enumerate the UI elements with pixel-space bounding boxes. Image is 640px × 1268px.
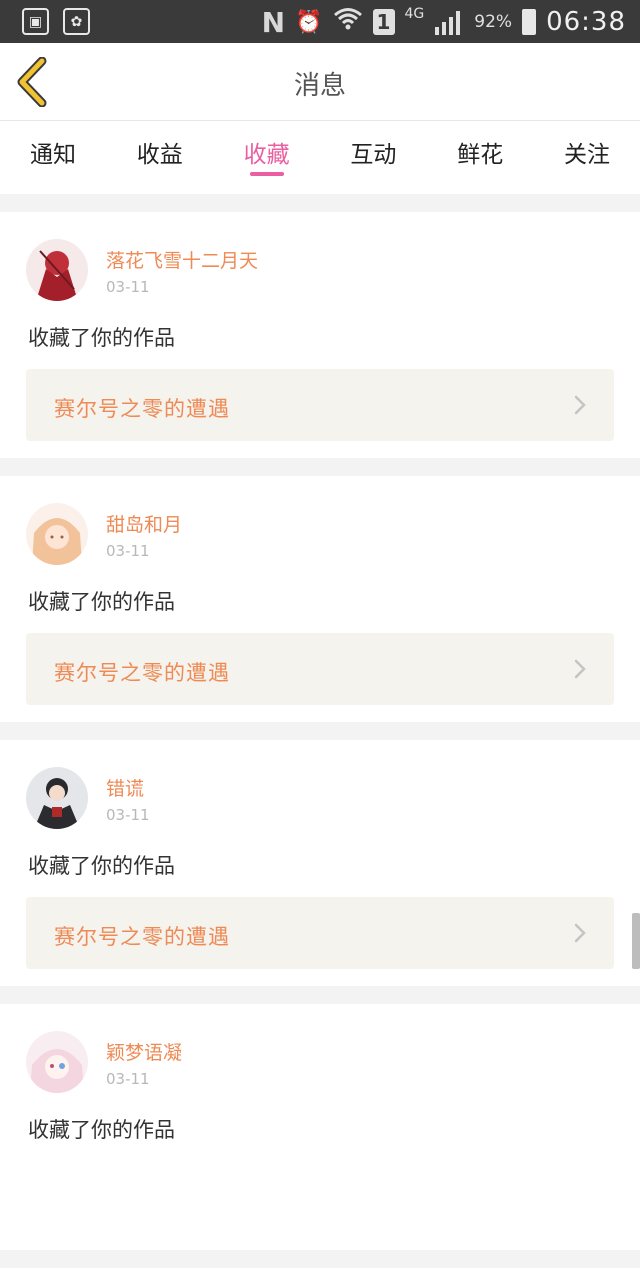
wifi-icon	[333, 6, 363, 38]
signal-icon	[434, 9, 464, 35]
avatar[interactable]	[26, 503, 88, 565]
date: 03-11	[106, 278, 150, 296]
user-name[interactable]: 落花飞雪十二月天	[106, 246, 258, 273]
work-title: 赛尔号之零的遭遇	[54, 397, 230, 421]
chevron-right-icon	[574, 659, 586, 679]
action-text: 收藏了你的作品	[28, 1118, 175, 1142]
battery-icon	[522, 9, 537, 35]
status-bar: ▣ ✿ N ⏰ 1 4G 92% 06:38	[0, 0, 640, 43]
paw-notification-icon: ✿	[63, 8, 90, 35]
work-title: 赛尔号之零的遭遇	[54, 925, 230, 949]
chevron-right-icon	[574, 923, 586, 943]
action-text: 收藏了你的作品	[28, 854, 175, 878]
sim-slot-icon: 1	[372, 9, 395, 35]
gallery-notification-icon: ▣	[22, 8, 49, 35]
tab-bar: 通知 收益 收藏 互动 鲜花 关注	[0, 121, 640, 194]
avatar[interactable]	[26, 239, 88, 301]
date: 03-11	[106, 542, 150, 560]
scrollbar[interactable]	[632, 913, 640, 969]
tab-follows[interactable]: 关注	[542, 121, 632, 194]
alarm-icon: ⏰	[295, 9, 323, 35]
date: 03-11	[106, 1070, 150, 1088]
avatar[interactable]	[26, 767, 88, 829]
list-item: 甜岛和月 03-11 收藏了你的作品 赛尔号之零的遭遇	[0, 476, 640, 722]
page-title: 消息	[293, 71, 346, 101]
list-item: 颖梦语凝 03-11 收藏了你的作品	[0, 1004, 640, 1250]
tab-earnings[interactable]: 收益	[115, 121, 205, 194]
list-item: 错谎 03-11 收藏了你的作品 赛尔号之零的遭遇	[0, 740, 640, 986]
header: 消息	[0, 43, 640, 121]
work-title: 赛尔号之零的遭遇	[54, 661, 230, 685]
work-link[interactable]: 赛尔号之零的遭遇	[26, 897, 614, 969]
user-name[interactable]: 甜岛和月	[106, 510, 182, 537]
date: 03-11	[106, 806, 150, 824]
tab-flowers[interactable]: 鲜花	[435, 121, 525, 194]
nfc-icon: N	[261, 5, 286, 39]
action-text: 收藏了你的作品	[28, 590, 175, 614]
list-item: 落花飞雪十二月天 03-11 收藏了你的作品 赛尔号之零的遭遇	[0, 212, 640, 458]
user-name[interactable]: 错谎	[106, 774, 144, 801]
tab-favorites[interactable]: 收藏	[222, 121, 312, 194]
network-type: 4G	[404, 6, 425, 22]
tab-interactions[interactable]: 互动	[328, 121, 418, 194]
user-name[interactable]: 颖梦语凝	[106, 1038, 182, 1065]
action-text: 收藏了你的作品	[28, 326, 175, 350]
work-link[interactable]: 赛尔号之零的遭遇	[26, 633, 614, 705]
avatar[interactable]	[26, 1031, 88, 1093]
message-list: 落花飞雪十二月天 03-11 收藏了你的作品 赛尔号之零的遭遇 甜岛和月 03-…	[0, 212, 640, 1268]
work-link[interactable]: 赛尔号之零的遭遇	[26, 369, 614, 441]
clock: 06:38	[546, 7, 626, 37]
battery-percent: 92%	[474, 12, 513, 32]
chevron-right-icon	[574, 395, 586, 415]
tab-notifications[interactable]: 通知	[8, 121, 98, 194]
